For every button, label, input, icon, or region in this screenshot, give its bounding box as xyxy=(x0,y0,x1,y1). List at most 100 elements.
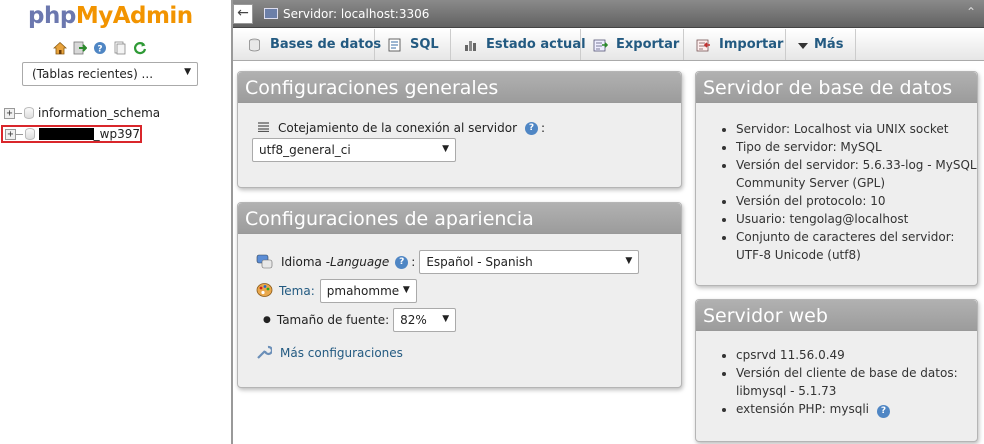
theme-value: pmahomme xyxy=(326,284,400,298)
panel-title: Configuraciones de apariencia xyxy=(238,203,681,234)
import-icon xyxy=(696,38,711,52)
database-icon xyxy=(247,38,262,52)
help-icon[interactable]: ? xyxy=(93,41,107,55)
language-suffix: : xyxy=(411,255,416,269)
database-icon xyxy=(24,107,34,119)
panel-title: Servidor de base de datos xyxy=(696,72,977,103)
tree-item-wp397[interactable]: + _wp397 xyxy=(1,125,142,143)
phpmyadmin-logo[interactable]: phpMyAdmin xyxy=(28,3,193,29)
tab-import[interactable]: Importar xyxy=(684,29,786,60)
expand-icon[interactable]: + xyxy=(5,128,16,140)
tab-label: Exportar xyxy=(616,37,680,52)
status-icon xyxy=(463,38,478,52)
server-breadcrumb[interactable]: Servidor: localhost:3306 xyxy=(283,7,429,21)
appearance-settings-panel: Configuraciones de apariencia Idioma - L… xyxy=(237,202,682,388)
main-menu: Bases de datos SQL Estado actual Exporta… xyxy=(233,29,984,61)
language-icon xyxy=(256,253,273,272)
database-server-panel: Servidor de base de datos Servidor: Loca… xyxy=(695,71,978,286)
theme-link[interactable]: Tema: xyxy=(279,284,315,298)
collation-select[interactable]: utf8_general_ci ▼ xyxy=(252,138,456,162)
language-select[interactable]: Español - Spanish ▼ xyxy=(419,250,640,274)
recent-tables-value: (Tablas recientes) ... xyxy=(32,67,154,81)
panel-title: Configuraciones generales xyxy=(238,72,681,103)
tab-label: SQL xyxy=(410,37,439,52)
collation-icon xyxy=(257,121,270,135)
list-item: Versión del protocolo: 10 xyxy=(736,192,981,210)
exit-icon[interactable] xyxy=(73,41,87,55)
chevron-down-icon: ▼ xyxy=(625,256,633,266)
chevron-down-icon: ▼ xyxy=(442,144,449,154)
chevron-down-icon: ▼ xyxy=(184,67,191,77)
sql-icon xyxy=(387,38,402,52)
chevron-down-icon: ▼ xyxy=(402,285,410,295)
database-server-info-list: Servidor: Localhost via UNIX socket Tipo… xyxy=(736,120,981,264)
theme-row: Tema: pmahomme ▼ xyxy=(256,279,417,303)
collation-suffix: : xyxy=(541,121,546,135)
database-icon xyxy=(24,128,35,140)
tree-connector xyxy=(15,112,22,114)
list-item: extensión PHP: mysqli? xyxy=(736,400,976,418)
php-extension-text: extensión PHP: mysqli xyxy=(736,402,869,416)
language-row: Idioma - Language ? : Español - Spanish … xyxy=(256,250,640,274)
tab-export[interactable]: Exportar xyxy=(581,29,684,60)
tree-item-label[interactable]: _wp397 xyxy=(94,127,140,141)
list-item: Versión del cliente de base de datos: li… xyxy=(736,364,976,400)
web-server-panel: Servidor web cpsrvd 11.56.0.49 Versión d… xyxy=(695,299,978,442)
tree-connector xyxy=(15,133,23,135)
recent-tables-select[interactable]: (Tablas recientes) ... ▼ xyxy=(22,62,198,86)
tree-item-information-schema[interactable]: + information_schema xyxy=(4,104,160,122)
more-settings-link[interactable]: Más configuraciones xyxy=(280,346,403,360)
home-icon[interactable] xyxy=(53,41,67,55)
bullet: ● xyxy=(263,315,271,325)
help-icon[interactable]: ? xyxy=(525,121,538,135)
export-icon xyxy=(593,38,609,52)
chevron-down-icon: ▼ xyxy=(442,314,450,324)
expand-icon[interactable]: + xyxy=(4,107,15,119)
collation-label: Cotejamiento de la conexión al servidor xyxy=(278,121,517,135)
more-settings-row: Más configuraciones xyxy=(256,343,403,363)
list-item: Conjunto de caracteres del servidor: UTF… xyxy=(736,228,981,264)
collation-value: utf8_general_ci xyxy=(259,143,351,157)
list-item: Tipo de servidor: MySQL xyxy=(736,138,981,156)
redaction-block xyxy=(38,128,94,140)
tab-databases[interactable]: Bases de datos xyxy=(233,29,381,60)
reload-icon[interactable] xyxy=(133,41,147,55)
theme-select[interactable]: pmahomme ▼ xyxy=(319,279,417,303)
web-server-info-list: cpsrvd 11.56.0.49 Versión del cliente de… xyxy=(736,346,976,418)
scroll-top-icon[interactable]: ⌃ xyxy=(966,5,976,19)
wrench-icon xyxy=(256,344,274,363)
tab-label: Estado actual xyxy=(486,37,586,52)
font-size-select[interactable]: 82% ▼ xyxy=(393,308,457,332)
logo-text-php: php xyxy=(28,3,76,29)
language-label-english: Language xyxy=(330,255,390,269)
panel-resizer[interactable] xyxy=(231,0,233,444)
palette-icon xyxy=(256,282,273,301)
server-breadcrumb-bar: ← Servidor: localhost:3306 ⌃ xyxy=(233,0,984,28)
tab-status[interactable]: Estado actual xyxy=(451,29,586,60)
list-item: Versión del servidor: 5.6.33-log - MySQL… xyxy=(736,156,981,192)
logo-text-myadmin: MyAdmin xyxy=(75,3,193,29)
docs-icon[interactable] xyxy=(113,41,127,55)
tab-label: Bases de datos xyxy=(270,37,382,52)
general-settings-panel: Configuraciones generales Cotejamiento d… xyxy=(237,71,682,188)
navigation-panel: phpMyAdmin ? (Tablas recientes) ... ▼ + … xyxy=(0,0,231,444)
language-label: Idioma - xyxy=(281,255,331,269)
tab-more[interactable]: Más xyxy=(786,29,856,60)
tab-label: Importar xyxy=(719,37,784,52)
help-icon[interactable]: ? xyxy=(877,405,890,418)
list-item: cpsrvd 11.56.0.49 xyxy=(736,346,976,364)
collation-label-row: Cotejamiento de la conexión al servidor … xyxy=(257,121,545,135)
font-size-value: 82% xyxy=(400,313,427,327)
panel-title: Servidor web xyxy=(696,300,977,331)
tree-item-label[interactable]: information_schema xyxy=(38,106,160,120)
font-size-label: Tamaño de fuente: xyxy=(276,313,390,327)
caret-down-icon xyxy=(798,38,808,52)
list-item: Servidor: Localhost via UNIX socket xyxy=(736,120,981,138)
tab-label: Más xyxy=(814,37,844,52)
nav-icon-bar: ? xyxy=(53,41,147,55)
collapse-nav-button[interactable]: ← xyxy=(233,4,253,24)
font-size-row: ● Tamaño de fuente: 82% ▼ xyxy=(263,308,457,332)
help-icon[interactable]: ? xyxy=(395,255,409,269)
tab-sql[interactable]: SQL xyxy=(375,29,451,60)
language-value: Español - Spanish xyxy=(426,255,533,269)
